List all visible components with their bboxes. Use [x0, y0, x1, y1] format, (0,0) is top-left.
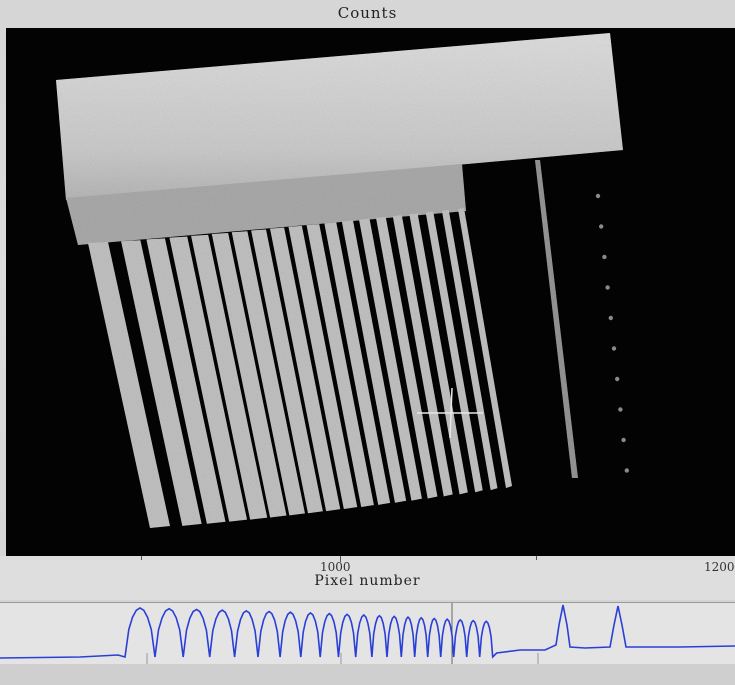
alignment-dot: [605, 285, 610, 290]
alignment-dot: [621, 437, 626, 443]
x-tick-label-1000: 1000: [320, 560, 351, 574]
test-pattern: [56, 33, 623, 528]
x-tick-mark: [141, 556, 142, 560]
dot-column: [595, 193, 629, 473]
pattern-thin-line: [535, 160, 578, 478]
alignment-dot: [608, 315, 613, 321]
alignment-dot: [618, 407, 623, 412]
image-title: Counts: [337, 4, 398, 22]
bottom-bezel: [0, 664, 735, 685]
line-profile-plot: [0, 603, 735, 665]
screen: Counts 1000 1200 Pixel number: [0, 0, 735, 685]
alignment-dot: [615, 376, 620, 382]
alignment-dot: [602, 254, 607, 260]
alignment-dot: [611, 346, 617, 351]
line-profile-panel[interactable]: [0, 602, 735, 666]
x-axis-title: Pixel number: [314, 573, 421, 589]
x-tick-mark: [536, 556, 537, 560]
x-tick-label-1200: 1200: [704, 560, 735, 574]
alignment-dot: [624, 468, 629, 473]
xray-image: [56, 33, 629, 528]
comb-teeth: [88, 208, 512, 528]
profile-curve: [0, 604, 735, 659]
xray-image-panel[interactable]: [6, 28, 735, 556]
alignment-dot: [595, 193, 601, 199]
x-axis: 1000 1200 Pixel number: [0, 556, 735, 600]
alignment-dot: [599, 224, 604, 229]
